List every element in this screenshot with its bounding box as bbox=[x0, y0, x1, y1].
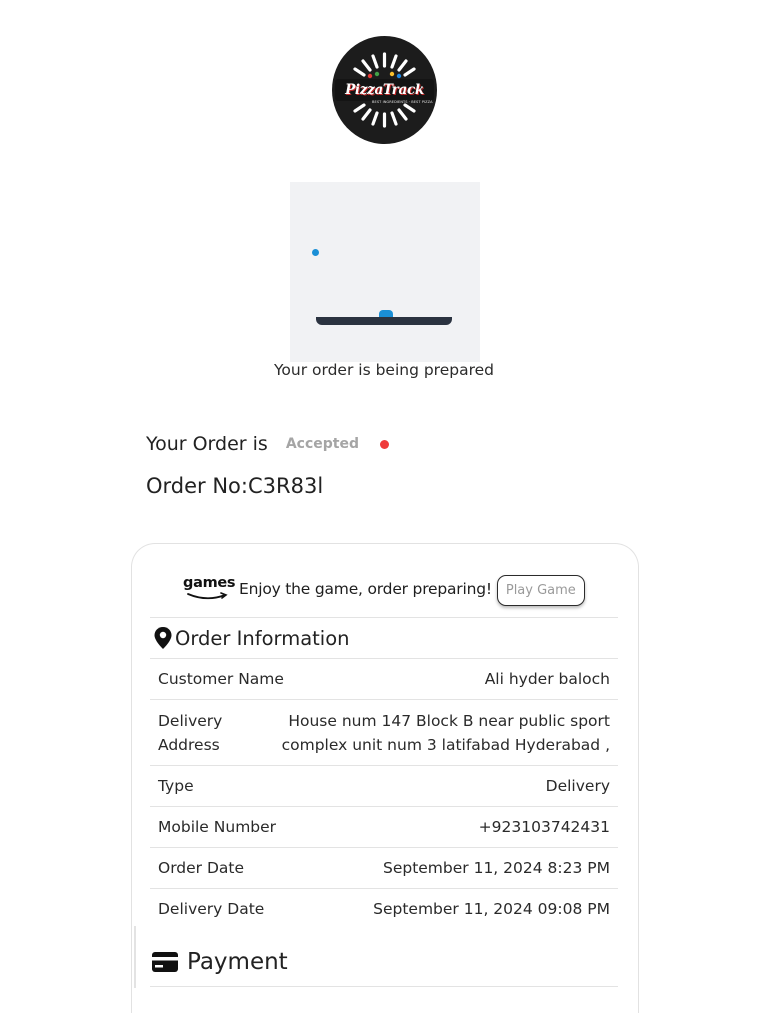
row-label: Type bbox=[158, 777, 194, 795]
row-value: September 11, 2024 09:08 PM bbox=[373, 900, 610, 918]
order-status-row: Your Order is Accepted bbox=[146, 430, 389, 458]
table-row-customer-name: Customer Name Ali hyder baloch bbox=[150, 658, 618, 699]
order-number-value: C3R83l bbox=[248, 474, 324, 498]
row-value: September 11, 2024 8:23 PM bbox=[382, 859, 610, 877]
order-information-title: Order Information bbox=[175, 626, 350, 650]
order-number: Order No: C3R83l bbox=[146, 474, 323, 498]
games-logo: games bbox=[183, 574, 236, 604]
preparation-status-text: Your order is being prepared bbox=[273, 361, 494, 379]
row-label: Customer Name bbox=[158, 670, 284, 688]
order-status-label: Your Order is bbox=[146, 433, 268, 455]
row-value: Delivery bbox=[545, 777, 610, 795]
mini-game-canvas[interactable] bbox=[290, 182, 480, 362]
games-logo-text: games bbox=[183, 575, 236, 591]
row-label: Delivery Date bbox=[158, 900, 265, 918]
table-row-type: Type Delivery bbox=[150, 765, 618, 806]
order-status-value: Accepted bbox=[285, 436, 359, 452]
status-indicator-dot bbox=[379, 439, 389, 449]
game-ball bbox=[312, 249, 319, 256]
logo-tagline: BEST INGREDIENTS · BEST PIZZA bbox=[372, 100, 433, 104]
payment-title: Payment bbox=[187, 949, 288, 975]
row-value: Ali hyder baloch bbox=[484, 670, 610, 688]
payment-header: Payment bbox=[150, 940, 618, 984]
game-banner-message: Enjoy the game, order preparing! bbox=[239, 580, 492, 598]
table-row-order-date: Order Date September 11, 2024 8:23 PM bbox=[150, 847, 618, 888]
row-label: Order Date bbox=[158, 859, 245, 877]
logo-wordmark: PizzaTrack bbox=[335, 79, 434, 101]
game-paddle[interactable] bbox=[316, 317, 452, 325]
row-value: House num 147 Block B near public sport … bbox=[281, 711, 610, 754]
smile-arrow-icon bbox=[187, 592, 228, 600]
order-information-header: Order Information bbox=[150, 617, 618, 658]
brand-logo: PizzaTrack BEST INGREDIENTS · BEST PIZZA bbox=[332, 36, 437, 144]
row-label: Mobile Number bbox=[158, 818, 277, 836]
game-paddle-marker bbox=[379, 310, 393, 317]
row-label: Delivery Address bbox=[158, 711, 223, 754]
credit-card-icon bbox=[152, 952, 178, 972]
play-game-button[interactable]: Play Game bbox=[496, 574, 585, 606]
location-pin-icon bbox=[154, 627, 172, 649]
payment-divider bbox=[150, 986, 618, 987]
table-row-delivery-date: Delivery Date September 11, 2024 09:08 P… bbox=[150, 888, 618, 929]
table-row-mobile-number: Mobile Number +923103742431 bbox=[150, 806, 618, 847]
game-banner: games Enjoy the game, order preparing! P… bbox=[183, 574, 585, 606]
row-value: +923103742431 bbox=[478, 818, 610, 836]
order-number-label: Order No: bbox=[146, 474, 248, 498]
table-row-delivery-address: Delivery Address House num 147 Block B n… bbox=[150, 699, 618, 765]
order-information-table: Customer Name Ali hyder baloch Delivery … bbox=[150, 658, 618, 929]
payment-divider-vertical bbox=[134, 926, 136, 988]
